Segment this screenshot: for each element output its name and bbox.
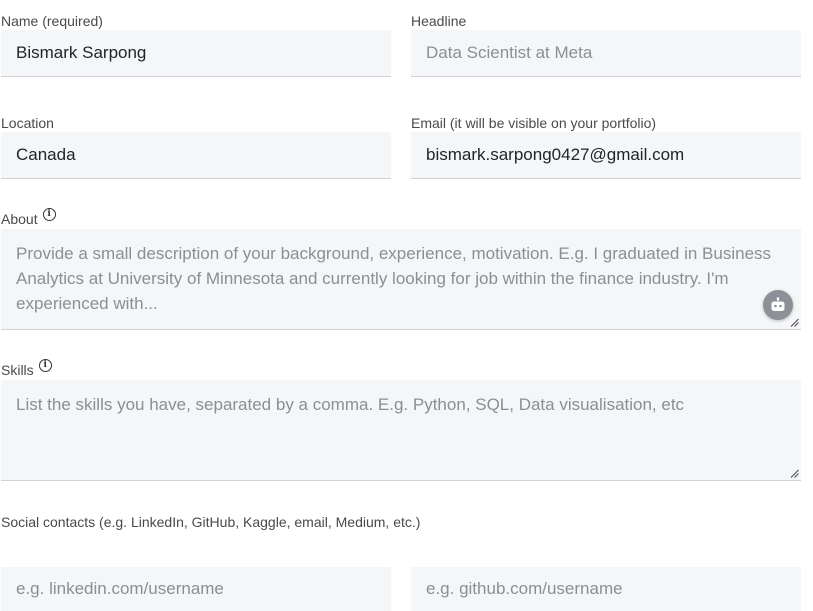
about-label: About [1,211,38,227]
name-label: Name (required) [1,13,103,29]
name-input[interactable] [1,30,391,77]
social-contacts-label: Social contacts (e.g. LinkedIn, GitHub, … [1,514,421,530]
info-icon[interactable]: i [42,208,56,221]
skills-label-row: Skills i [1,359,52,378]
robot-icon[interactable] [763,290,793,320]
location-label: Location [1,115,54,131]
skills-label: Skills [1,362,34,378]
email-label: Email (it will be visible on your portfo… [411,115,657,131]
resize-handle-icon[interactable] [790,469,799,478]
github-input[interactable] [411,567,801,611]
resize-handle-icon[interactable] [790,318,799,327]
info-icon[interactable]: i [38,359,52,372]
location-input[interactable] [1,132,391,179]
about-label-row: About i [1,208,56,227]
headline-input[interactable] [411,30,801,77]
skills-textarea[interactable] [1,380,801,481]
email-input[interactable] [411,132,801,179]
headline-label: Headline [411,13,467,29]
about-textarea[interactable] [1,229,801,330]
linkedin-input[interactable] [1,567,391,611]
